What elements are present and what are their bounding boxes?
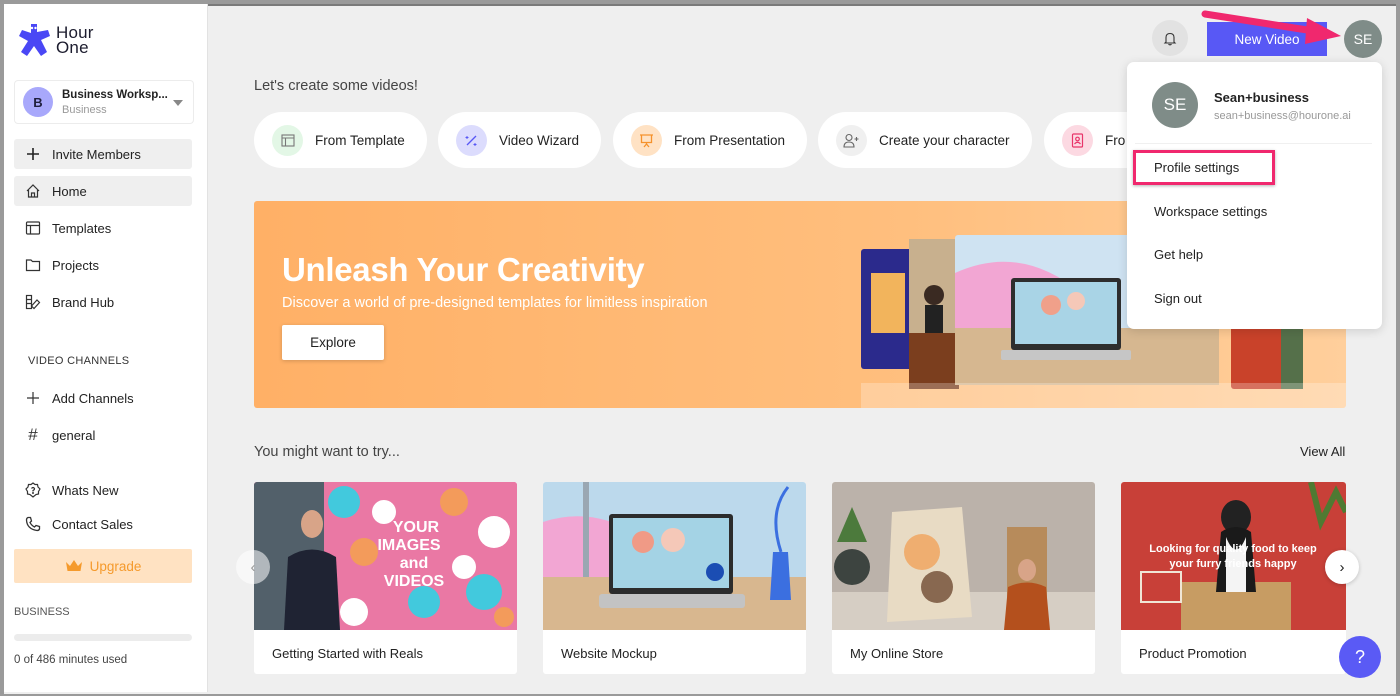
- badge-question-icon: [24, 481, 42, 499]
- sidebar-item-label: Projects: [52, 257, 99, 273]
- annotation-arrow-icon: [1201, 10, 1341, 44]
- chevron-right-icon: ›: [1339, 558, 1345, 576]
- menu-item-workspace-settings[interactable]: Workspace settings: [1154, 204, 1267, 219]
- sidebar-item-label: Add Channels: [52, 390, 134, 406]
- workspace-plan: Business: [62, 103, 107, 116]
- suggestions-heading: You might want to try...: [254, 444, 400, 460]
- whats-new-link[interactable]: Whats New: [14, 475, 192, 505]
- presentation-icon: [631, 124, 662, 156]
- card-title: My Online Store: [850, 646, 944, 661]
- card-title: Product Promotion: [1139, 646, 1247, 661]
- quick-action-video-wizard[interactable]: Video Wizard: [438, 112, 602, 168]
- phone-icon: [24, 515, 42, 533]
- plan-label: BUSINESS: [14, 606, 70, 618]
- greeting-heading: Let's create some videos!: [254, 78, 418, 94]
- menu-divider: [1135, 143, 1372, 144]
- add-user-icon: [836, 124, 867, 156]
- chevron-down-icon: [173, 100, 183, 106]
- profile-name: Sean+business: [1214, 90, 1310, 105]
- card-thumbnail: [832, 482, 1095, 630]
- home-icon: [24, 182, 42, 200]
- svg-text:IMAGES: IMAGES: [377, 537, 440, 554]
- quick-action-label: Video Wizard: [499, 132, 580, 148]
- portrait-icon: [1062, 124, 1093, 156]
- template-icon: [272, 124, 303, 156]
- quick-action-create-character[interactable]: Create your character: [818, 112, 1032, 168]
- card-title: Getting Started with Reals: [272, 646, 424, 661]
- sidebar-item-label: Brand Hub: [52, 294, 115, 310]
- quick-action-label: Fro: [1105, 132, 1126, 148]
- svg-text:your furry friends happy: your furry friends happy: [1169, 558, 1297, 570]
- sidebar-item-projects[interactable]: Projects: [14, 250, 192, 280]
- card-thumbnail: YOUR IMAGES and VIDEOS: [254, 482, 517, 630]
- sidebar: Hour One B Business Worksp... Business I…: [4, 4, 208, 692]
- quick-action-label: Create your character: [879, 132, 1010, 148]
- sidebar-item-label: general: [52, 427, 96, 443]
- banner-subtitle: Discover a world of pre-designed templat…: [282, 295, 708, 311]
- workspace-avatar: B: [23, 87, 53, 117]
- brand-hub-icon: [24, 293, 42, 311]
- plus-icon: [24, 389, 42, 407]
- card-thumbnail: [543, 482, 806, 630]
- profile-menu: SE Sean+business sean+business@hourone.a…: [1127, 62, 1382, 329]
- hour-one-logo[interactable]: Hour One: [18, 22, 94, 58]
- usage-text: 0 of 486 minutes used: [14, 654, 128, 666]
- template-card[interactable]: My Online Store: [832, 482, 1095, 674]
- add-channels-button[interactable]: Add Channels: [14, 383, 192, 413]
- highlight-annotation-box: [1133, 150, 1275, 185]
- view-all-link[interactable]: View All: [1300, 444, 1345, 459]
- folder-icon: [24, 256, 42, 274]
- svg-text:VIDEOS: VIDEOS: [384, 573, 445, 590]
- quick-action-label: From Template: [315, 132, 405, 148]
- menu-item-sign-out[interactable]: Sign out: [1154, 291, 1202, 306]
- hash-icon: #: [28, 425, 38, 444]
- templates-icon: [24, 219, 42, 237]
- invite-members-label: Invite Members: [52, 146, 141, 162]
- video-channels-heading: VIDEO CHANNELS: [28, 355, 130, 367]
- profile-avatar: SE: [1152, 82, 1198, 128]
- crown-icon: [65, 560, 82, 571]
- svg-text:and: and: [400, 555, 428, 572]
- user-avatar-button[interactable]: SE: [1344, 20, 1382, 58]
- usage-progress-bar: [14, 634, 192, 641]
- quick-action-from-template[interactable]: From Template: [254, 112, 427, 168]
- channel-general[interactable]: # general: [14, 420, 192, 450]
- sidebar-item-home[interactable]: Home: [14, 176, 192, 206]
- sidebar-item-templates[interactable]: Templates: [14, 213, 192, 243]
- banner-title: Unleash Your Creativity: [282, 251, 645, 288]
- logo-line-2: One: [56, 38, 89, 57]
- sidebar-item-brand-hub[interactable]: Brand Hub: [14, 287, 192, 317]
- notifications-button[interactable]: [1152, 20, 1188, 56]
- profile-email: sean+business@hourone.ai: [1214, 110, 1351, 122]
- contact-sales-link[interactable]: Contact Sales: [14, 509, 192, 539]
- svg-text:YOUR: YOUR: [393, 519, 440, 536]
- workspace-switcher[interactable]: B Business Worksp... Business: [14, 80, 194, 124]
- bell-icon: [1163, 32, 1177, 45]
- magic-wand-icon: [456, 124, 487, 156]
- carousel-next-button[interactable]: ›: [1325, 550, 1359, 584]
- sidebar-item-label: Templates: [52, 220, 112, 236]
- card-title: Website Mockup: [561, 646, 657, 661]
- logo-star-icon: [19, 24, 50, 56]
- upgrade-button[interactable]: Upgrade: [14, 549, 192, 583]
- invite-members-button[interactable]: Invite Members: [14, 139, 192, 169]
- sidebar-item-label: Whats New: [52, 482, 119, 498]
- svg-text:Looking for quality food to ke: Looking for quality food to keep: [1149, 543, 1317, 555]
- quick-action-from-presentation[interactable]: From Presentation: [613, 112, 808, 168]
- sidebar-item-label: Contact Sales: [52, 516, 133, 532]
- template-card[interactable]: YOUR IMAGES and VIDEOS Getting Started w…: [254, 482, 517, 674]
- explore-button[interactable]: Explore: [282, 325, 384, 360]
- template-card[interactable]: Website Mockup: [543, 482, 806, 674]
- upgrade-label: Upgrade: [89, 558, 142, 574]
- workspace-name: Business Worksp...: [62, 88, 168, 101]
- card-thumbnail: Looking for quality food to keep your fu…: [1121, 482, 1346, 630]
- menu-item-get-help[interactable]: Get help: [1154, 247, 1203, 262]
- chevron-left-icon: ‹: [250, 558, 256, 576]
- help-button[interactable]: ?: [1339, 636, 1381, 678]
- sidebar-item-label: Home: [52, 183, 87, 199]
- template-card[interactable]: Looking for quality food to keep your fu…: [1121, 482, 1346, 674]
- plus-icon: [24, 145, 42, 163]
- quick-action-label: From Presentation: [674, 132, 786, 148]
- carousel-prev-button[interactable]: ‹: [236, 550, 270, 584]
